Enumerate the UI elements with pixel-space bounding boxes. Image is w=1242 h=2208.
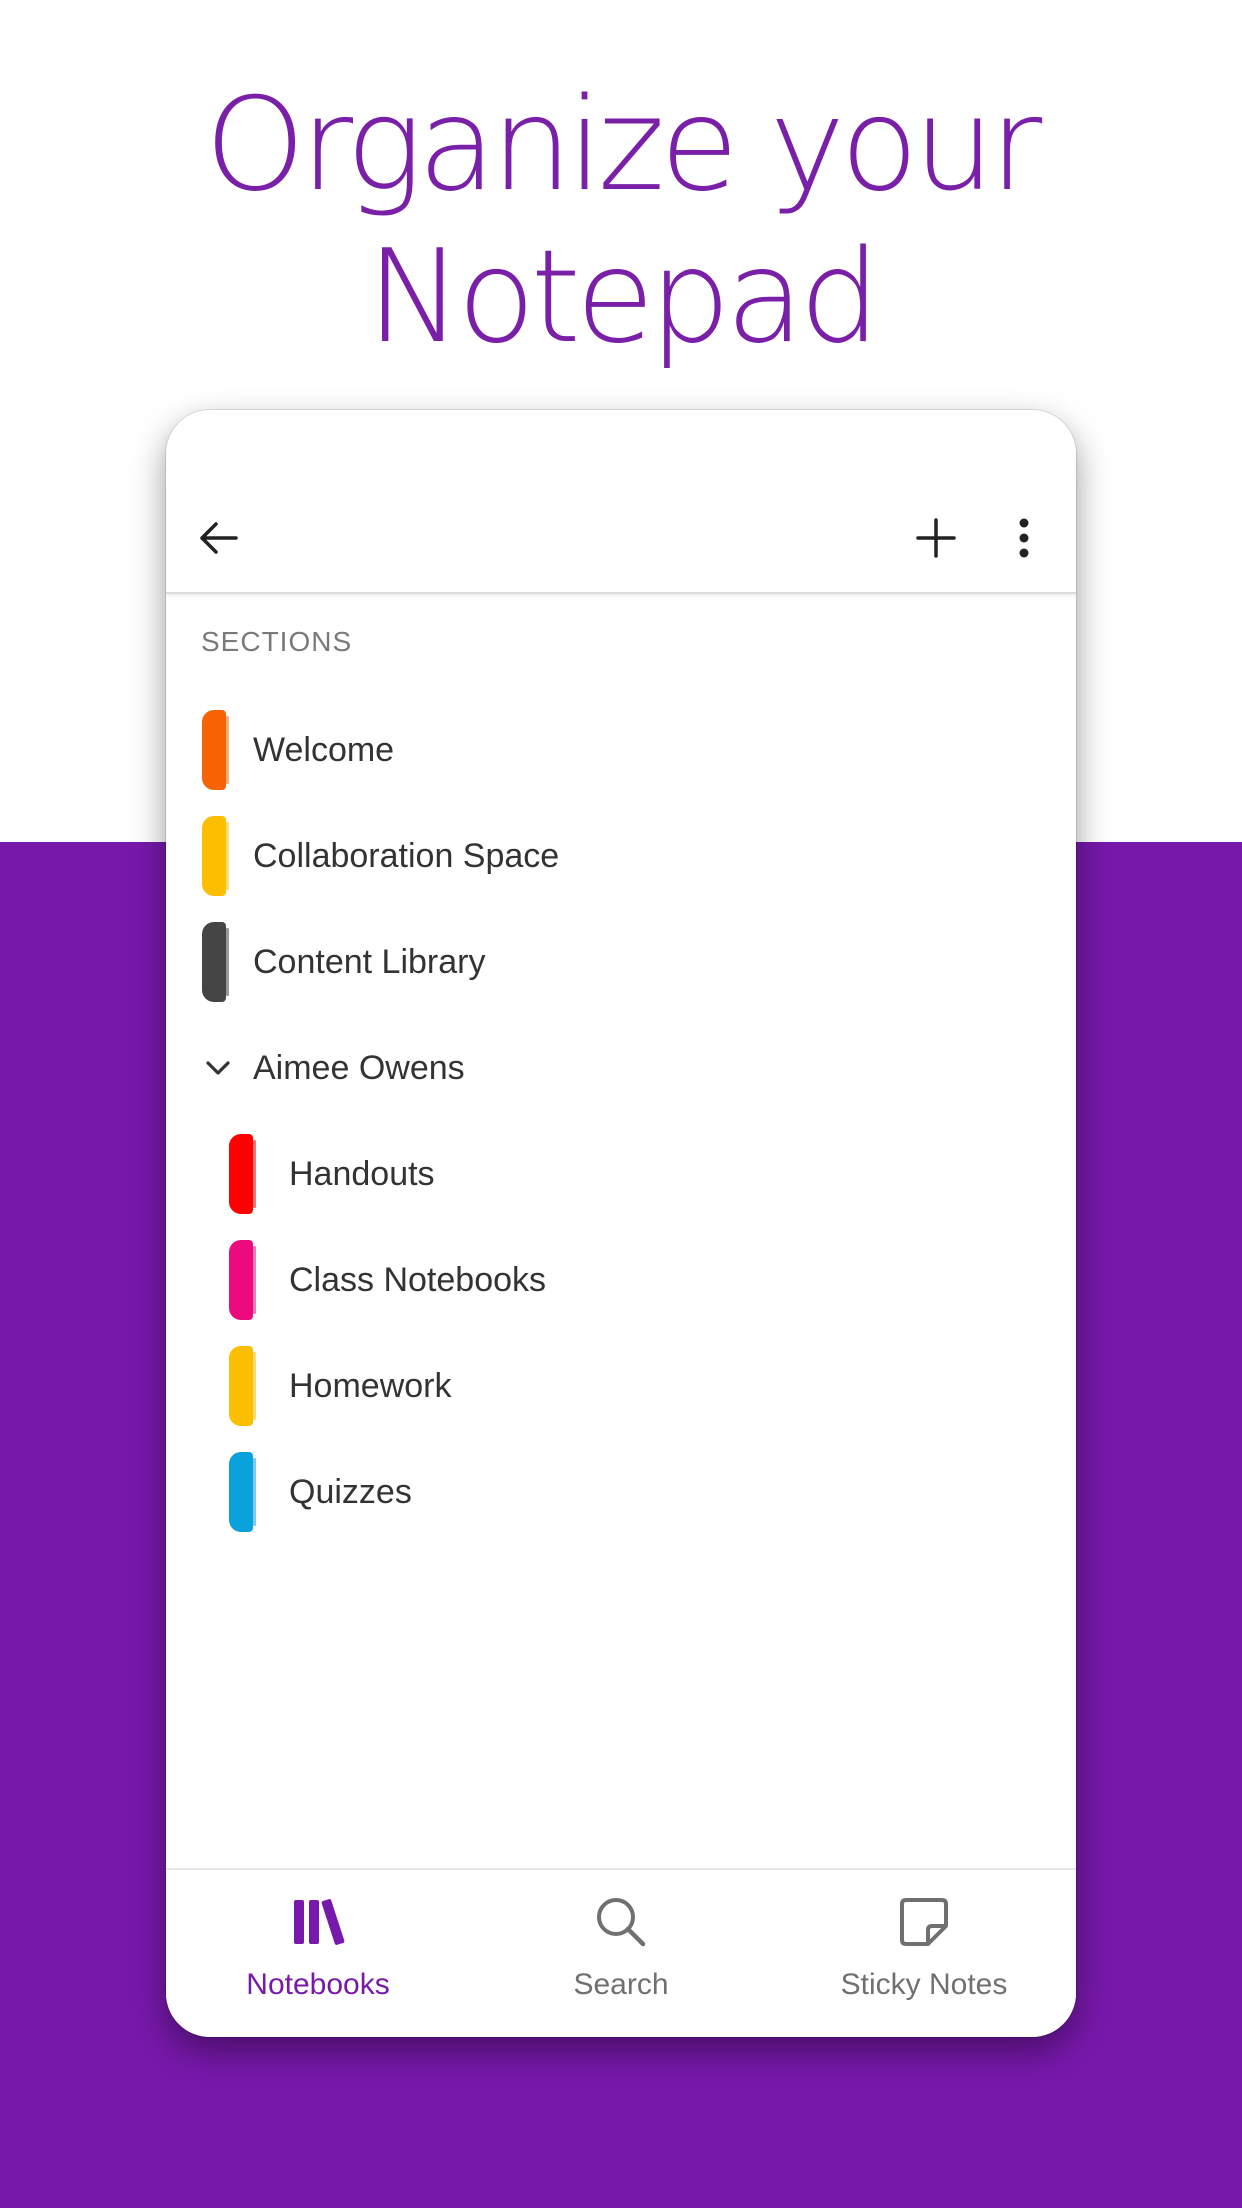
chevron-down-icon[interactable] [200,1050,236,1086]
section-item-collaboration-space[interactable]: Collaboration Space [166,808,1076,904]
toolbar [166,410,1076,594]
nav-sticky-notes[interactable]: Sticky Notes [772,1870,1076,2037]
section-color-tab [202,710,229,790]
section-label: Handouts [289,1155,435,1193]
nav-notebooks[interactable]: Notebooks [166,1870,470,2037]
headline: Organize your Notepad [0,70,1242,374]
section-item-content-library[interactable]: Content Library [166,914,1076,1010]
more-vertical-icon [1019,518,1029,558]
section-label: Homework [289,1367,452,1405]
add-section-button[interactable] [904,506,968,570]
section-item-welcome[interactable]: Welcome [166,702,1076,798]
section-group-aimee-owens[interactable]: Aimee Owens [166,1020,1076,1116]
section-label: Content Library [253,943,486,981]
section-item-handouts[interactable]: Handouts [166,1126,1076,1222]
section-color-tab [229,1452,256,1532]
section-item-quizzes[interactable]: Quizzes [166,1444,1076,1540]
nav-label: Sticky Notes [840,1968,1008,2001]
section-label: Welcome [253,731,395,769]
back-button[interactable] [186,506,250,570]
sticky-note-icon [900,1898,948,1946]
section-color-tab [202,816,229,896]
nav-label: Notebooks [246,1968,390,2001]
section-color-tab [202,922,229,1002]
headline-line-1: Organize your [204,71,1043,220]
phone-screen: SECTIONS Welcome Collaboration Space Con… [166,410,1076,2037]
section-color-tab [229,1346,256,1426]
section-item-class-notebooks[interactable]: Class Notebooks [166,1232,1076,1328]
section-label: Class Notebooks [289,1261,547,1299]
section-group-label: Aimee Owens [253,1049,465,1087]
nav-search[interactable]: Search [469,1870,773,2037]
more-options-button[interactable] [992,506,1056,570]
notebooks-icon [294,1899,345,1945]
section-color-tab [229,1134,256,1214]
section-color-tab [229,1240,256,1320]
nav-label: Search [573,1968,669,2001]
search-icon [597,1898,646,1947]
section-label: Quizzes [289,1473,412,1511]
section-item-homework[interactable]: Homework [166,1338,1076,1434]
plus-icon [916,518,956,558]
sections-header: SECTIONS [201,626,353,657]
arrow-left-icon [200,522,238,554]
headline-line-2: Notepad [366,223,881,372]
section-label: Collaboration Space [253,837,560,875]
bottom-navigation: Notebooks Search Sticky Notes [166,1868,1076,2037]
